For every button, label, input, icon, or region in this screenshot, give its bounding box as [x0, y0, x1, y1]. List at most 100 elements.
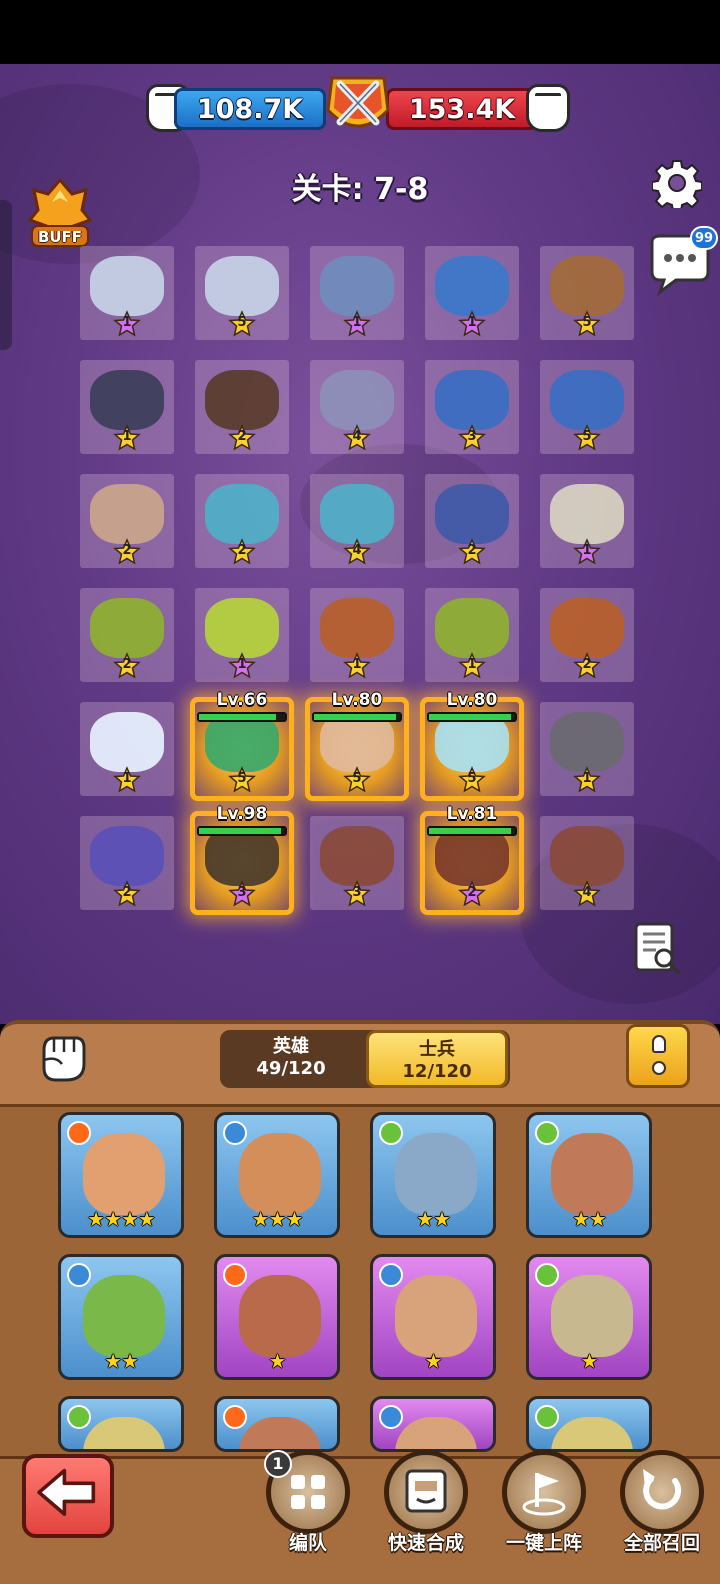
hero-star-rating: ★: [424, 1349, 443, 1373]
star-rank-icon: 2: [113, 538, 141, 566]
star-rank-number: 3: [467, 429, 477, 444]
unit-sprite: [320, 484, 394, 544]
health-bar-fill: [429, 714, 511, 720]
grid-cell[interactable]: 1: [540, 474, 634, 568]
hero-card[interactable]: ★: [370, 1254, 496, 1380]
grid-cell[interactable]: 1: [80, 246, 174, 340]
hero-card[interactable]: ★★★: [214, 1112, 340, 1238]
grid-cell[interactable]: 1: [80, 360, 174, 454]
hero-card[interactable]: [526, 1396, 652, 1452]
water-element-icon: [379, 1405, 403, 1429]
star-rank-icon: 3: [343, 880, 371, 908]
water-element-icon: [379, 1263, 403, 1287]
grid-cell[interactable]: 2: [195, 474, 289, 568]
buff-label: BUFF: [37, 228, 83, 246]
info-button[interactable]: [626, 1024, 690, 1088]
unit-sprite: [550, 370, 624, 430]
hero-card[interactable]: ★★★★: [58, 1112, 184, 1238]
grid-cell[interactable]: Lv.81 2: [425, 804, 519, 910]
unit-sprite: [435, 370, 509, 430]
side-drawer-handle[interactable]: [0, 200, 12, 350]
hero-portrait: [551, 1133, 633, 1215]
quick-merge-button[interactable]: 快速合成: [378, 1450, 474, 1560]
grid-cell[interactable]: 4: [540, 816, 634, 910]
hero-card[interactable]: [214, 1396, 340, 1452]
star-rank-icon: 5: [573, 424, 601, 452]
star-rank-icon: 1: [113, 310, 141, 338]
star-rank-number: 2: [237, 429, 247, 444]
recall-all-button[interactable]: 全部召回: [614, 1450, 710, 1560]
power-fist-icon[interactable]: [36, 1030, 88, 1086]
unit-sprite: [320, 826, 394, 886]
grid-cell[interactable]: 1: [425, 588, 519, 682]
hero-portrait: [395, 1275, 477, 1357]
battle-report-icon[interactable]: [632, 920, 682, 976]
grid-cell[interactable]: Lv.80 5: [310, 690, 404, 796]
grid-cell[interactable]: 5: [540, 246, 634, 340]
hero-star-rating: ★: [268, 1349, 287, 1373]
hero-card[interactable]: ★: [214, 1254, 340, 1380]
unit-sprite: [550, 256, 624, 316]
back-button[interactable]: [22, 1454, 114, 1538]
exclamation-dot: [652, 1061, 666, 1075]
grid-cell[interactable]: 2: [425, 474, 519, 568]
hero-card[interactable]: ★★: [58, 1254, 184, 1380]
grid-cell[interactable]: 1: [310, 588, 404, 682]
grid-cell[interactable]: 5: [195, 246, 289, 340]
star-rank-number: 5: [237, 771, 247, 786]
star-rank-icon: 2: [113, 652, 141, 680]
leaf-element-icon: [535, 1405, 559, 1429]
fire-element-icon: [223, 1263, 247, 1287]
formation-button[interactable]: 1 编队: [260, 1450, 356, 1560]
hero-card[interactable]: ★: [526, 1254, 652, 1380]
star-rank-number: 1: [582, 771, 592, 786]
grid-cell[interactable]: 2: [540, 588, 634, 682]
grid-cell[interactable]: 2: [195, 360, 289, 454]
exclamation-icon: [652, 1035, 666, 1053]
star-rank-icon: 1: [458, 310, 486, 338]
unit-sprite: [205, 484, 279, 544]
grid-cell[interactable]: 1: [80, 702, 174, 796]
status-bar: [0, 0, 720, 64]
health-bar-fill: [199, 714, 277, 720]
unit-sprite: [550, 484, 624, 544]
hero-portrait: [83, 1275, 165, 1357]
tab-soldiers[interactable]: 士兵 12/120: [366, 1030, 508, 1088]
hero-card[interactable]: [58, 1396, 184, 1452]
settings-gear-icon[interactable]: [652, 158, 702, 208]
tab-heroes[interactable]: 英雄 49/120: [220, 1030, 362, 1088]
grid-cell[interactable]: 2: [80, 474, 174, 568]
grid-cell[interactable]: 3: [310, 816, 404, 910]
unit-sprite: [550, 712, 624, 772]
hero-card[interactable]: [370, 1396, 496, 1452]
hero-card[interactable]: ★★: [526, 1112, 652, 1238]
health-bar: [197, 712, 287, 722]
grid-cell[interactable]: 1: [540, 702, 634, 796]
grid-cell[interactable]: 5: [540, 360, 634, 454]
health-bar: [197, 826, 287, 836]
health-bar: [427, 826, 517, 836]
grid-cell[interactable]: 3: [425, 360, 519, 454]
grid-cell[interactable]: Lv.80 5: [425, 690, 519, 796]
hero-portrait: [395, 1417, 477, 1449]
one-click-deploy-button[interactable]: 一键上阵: [496, 1450, 592, 1560]
grid-cell[interactable]: Lv.66 5: [195, 690, 289, 796]
fire-element-icon: [223, 1405, 247, 1429]
unit-level: Lv.98: [216, 804, 268, 824]
star-rank-icon: 1: [228, 652, 256, 680]
hero-portrait: [239, 1133, 321, 1215]
enemy-power: 153.4K: [386, 88, 538, 130]
health-bar-fill: [429, 828, 511, 834]
grid-cell[interactable]: 1: [425, 246, 519, 340]
grid-cell[interactable]: 1: [310, 246, 404, 340]
hero-card[interactable]: ★★: [370, 1112, 496, 1238]
grid-cell[interactable]: 2: [80, 816, 174, 910]
formation-badge: 1: [264, 1450, 292, 1478]
health-bar-fill: [199, 828, 281, 834]
grid-cell[interactable]: 1: [195, 588, 289, 682]
grid-cell[interactable]: 2: [80, 588, 174, 682]
grid-cell[interactable]: Lv.98 3: [195, 804, 289, 910]
grid-cell[interactable]: 4: [310, 360, 404, 454]
grid-cell[interactable]: 4: [310, 474, 404, 568]
star-rank-number: 1: [352, 315, 362, 330]
